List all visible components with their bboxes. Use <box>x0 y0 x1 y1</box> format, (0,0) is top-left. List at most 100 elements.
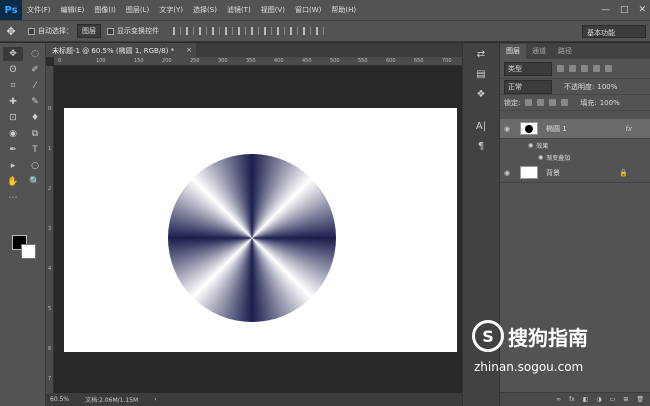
move-tool-icon[interactable]: ✥ <box>0 25 22 38</box>
new-group-icon[interactable]: ▭ <box>610 396 616 403</box>
visibility-eye-icon[interactable]: ◉ <box>504 169 514 177</box>
lock-position-icon[interactable] <box>549 99 557 106</box>
move-tool-icon[interactable]: ✥ <box>3 47 23 61</box>
visibility-eye-icon[interactable]: ◉ <box>538 154 543 161</box>
align-hcenter-icon[interactable] <box>225 27 233 35</box>
new-layer-icon[interactable]: ⊞ <box>623 396 628 403</box>
workspace-dropdown[interactable]: 基本功能 <box>582 25 646 38</box>
filter-kind-dropdown[interactable]: 类型 <box>504 61 552 76</box>
tab-channels[interactable]: 通道 <box>526 44 552 59</box>
add-mask-icon[interactable]: ◧ <box>583 396 589 403</box>
document-canvas[interactable] <box>64 108 457 352</box>
eraser-tool-icon[interactable]: ◉ <box>3 127 23 141</box>
link-layers-icon[interactable]: ∞ <box>556 396 561 403</box>
tab-layers[interactable]: 图层 <box>500 44 526 59</box>
filter-shape-icon[interactable] <box>593 65 600 72</box>
distribute-bottom-icon[interactable] <box>277 27 285 35</box>
quick-select-tool-icon[interactable]: ✐ <box>25 63 45 77</box>
fill-value[interactable]: 100% <box>600 99 620 107</box>
menu-image[interactable]: 图像(I) <box>89 5 121 15</box>
layer-ellipse-1[interactable]: ◉ 椭圆 1 fx <box>500 119 650 139</box>
ellipse-tool-icon[interactable]: ○ <box>25 159 45 173</box>
tab-paths[interactable]: 路径 <box>552 44 578 59</box>
ruler-tick: 450 <box>302 58 312 64</box>
filter-smart-icon[interactable] <box>605 65 612 72</box>
history-brush-tool-icon[interactable]: ♦ <box>25 111 45 125</box>
visibility-eye-icon[interactable]: ◉ <box>528 142 533 149</box>
distribute-right-icon[interactable] <box>316 27 324 35</box>
pen-tool-icon[interactable]: ▸ <box>3 159 23 173</box>
show-transform-checkbox[interactable] <box>107 27 114 35</box>
add-style-icon[interactable]: fx <box>569 396 575 403</box>
document-tab[interactable]: 未标题-1 @ 60.5% (椭圆 1, RGB/8) * × <box>46 43 196 57</box>
minimize-button[interactable]: — <box>601 5 610 15</box>
maximize-button[interactable]: □ <box>620 5 629 15</box>
opacity-value[interactable]: 100% <box>597 83 617 91</box>
menu-file[interactable]: 文件(F) <box>22 5 56 15</box>
paragraph-panel-icon[interactable]: ¶ <box>472 141 490 155</box>
adjustment-layer-icon[interactable]: ◑ <box>596 396 601 403</box>
distribute-hcenter-icon[interactable] <box>303 27 311 35</box>
more-tools-icon[interactable]: ⋯ <box>3 191 23 205</box>
blur-tool-icon[interactable]: ✒ <box>3 143 23 157</box>
menu-view[interactable]: 视图(V) <box>256 5 290 15</box>
menu-select[interactable]: 选择(S) <box>188 5 222 15</box>
align-bottom-icon[interactable] <box>199 27 207 35</box>
status-menu-arrow-icon[interactable]: › <box>154 396 156 403</box>
hand-tool-icon[interactable]: ✋ <box>3 175 23 189</box>
distribute-vcenter-icon[interactable] <box>264 27 272 35</box>
stamp-tool-icon[interactable]: ⊡ <box>3 111 23 125</box>
crop-tool-icon[interactable]: ⌗ <box>3 79 23 93</box>
close-tab-icon[interactable]: × <box>186 46 192 54</box>
adjustments-panel-icon[interactable]: ❖ <box>472 89 490 103</box>
gradient-tool-icon[interactable]: ⧉ <box>25 127 45 141</box>
lock-label: 锁定: <box>504 98 521 107</box>
visibility-eye-icon[interactable]: ◉ <box>504 125 514 133</box>
window-controls: — □ ✕ <box>601 0 646 20</box>
menu-type[interactable]: 文字(Y) <box>154 5 188 15</box>
history-panel-icon[interactable]: ⇄ <box>472 49 490 63</box>
ruler-tick: 400 <box>274 58 284 64</box>
lasso-tool-icon[interactable]: ʘ <box>3 63 23 77</box>
align-right-icon[interactable] <box>238 27 246 35</box>
distribute-top-icon[interactable] <box>251 27 259 35</box>
align-top-icon[interactable] <box>173 27 181 35</box>
auto-select-dropdown[interactable]: 图层 <box>77 24 101 38</box>
marquee-tool-icon[interactable]: ◌ <box>25 47 45 61</box>
character-panel-icon[interactable]: A| <box>472 121 490 135</box>
properties-panel-icon[interactable]: ▤ <box>472 69 490 83</box>
align-buttons <box>173 27 324 35</box>
align-vcenter-icon[interactable] <box>186 27 194 35</box>
filter-type-icon[interactable] <box>581 65 588 72</box>
auto-select-checkbox[interactable] <box>28 27 35 35</box>
dodge-tool-icon[interactable]: T <box>25 143 45 157</box>
align-left-icon[interactable] <box>212 27 220 35</box>
menu-help[interactable]: 帮助(H) <box>326 5 361 15</box>
lock-transparent-icon[interactable] <box>525 99 533 106</box>
layer-background[interactable]: ◉ 背景 🔒 <box>500 163 650 183</box>
effects-row[interactable]: ◉ 效果 <box>500 139 650 151</box>
menu-edit[interactable]: 编辑(E) <box>56 5 90 15</box>
canvas-area[interactable] <box>54 66 462 393</box>
blend-mode-dropdown[interactable]: 正常 <box>504 79 552 94</box>
eyedropper-tool-icon[interactable]: ⁄ <box>25 79 45 93</box>
angle-gradient-ellipse[interactable] <box>168 154 336 322</box>
distribute-left-icon[interactable] <box>290 27 298 35</box>
close-button[interactable]: ✕ <box>638 5 646 15</box>
menu-window[interactable]: 窗口(W) <box>290 5 326 15</box>
fx-badge-icon[interactable]: fx <box>625 125 632 133</box>
lock-all-icon[interactable] <box>561 99 569 106</box>
filter-pixel-icon[interactable] <box>557 65 564 72</box>
delete-layer-icon[interactable]: 🗑 <box>636 396 644 403</box>
menu-layer[interactable]: 图层(L) <box>121 5 154 15</box>
zoom-tool-icon[interactable]: 🔍 <box>25 175 45 189</box>
healing-tool-icon[interactable]: ✚ <box>3 95 23 109</box>
effect-item-row[interactable]: ◉ 渐变叠加 <box>500 151 650 163</box>
ruler-tick: 6 <box>48 346 52 352</box>
filter-adjustment-icon[interactable] <box>569 65 576 72</box>
lock-pixels-icon[interactable] <box>537 99 545 106</box>
menu-filter[interactable]: 滤镜(T) <box>222 5 256 15</box>
brush-tool-icon[interactable]: ✎ <box>25 95 45 109</box>
background-color-swatch[interactable] <box>21 244 36 259</box>
zoom-level[interactable]: 60.5% <box>50 396 69 403</box>
